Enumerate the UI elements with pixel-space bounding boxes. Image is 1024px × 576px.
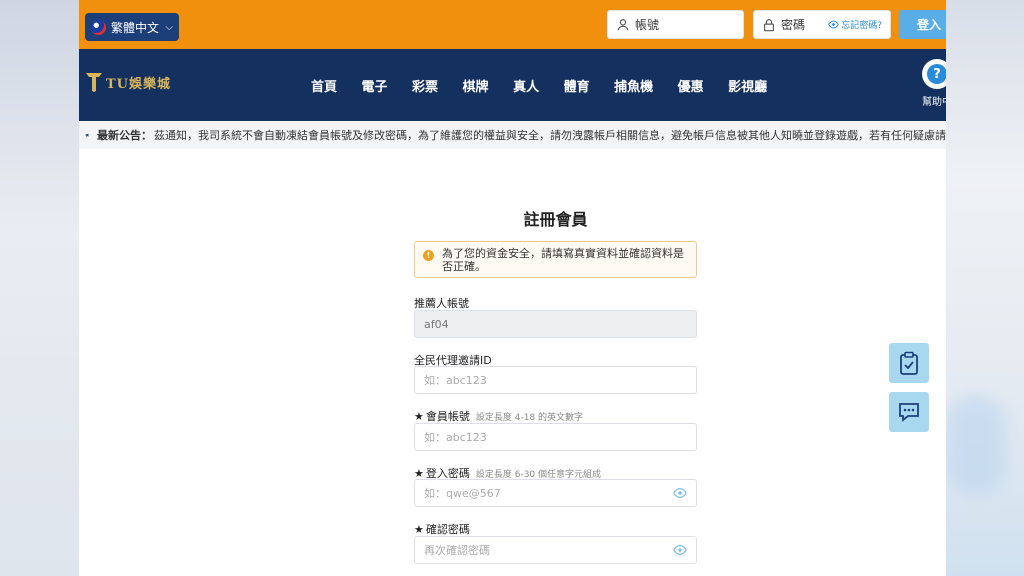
referrer-value: af04 bbox=[424, 317, 449, 331]
site-logo[interactable]: TU娛樂城 bbox=[85, 71, 171, 93]
security-notice: ! 為了您的資金安全，請填寫真實資料並確認資料是否正確。 bbox=[414, 241, 697, 278]
logo-emblem-icon bbox=[86, 73, 102, 92]
confirm-label-text: 確認密碼 bbox=[425, 523, 470, 536]
announcement-text: 茲通知，我司系統不會自動凍結會員帳號及修改密碼，為了維護您的權益與安全，請勿洩露… bbox=[154, 129, 946, 142]
login-button[interactable]: 登入 bbox=[899, 10, 946, 39]
user-icon bbox=[617, 18, 629, 30]
taiwan-flag-icon bbox=[91, 19, 106, 35]
app-window: 繁體中文 ⌵ 帳號 密碼 忘記密碼? 登入 TU娛樂城 首頁 電子 彩票 棋牌 bbox=[79, 0, 946, 576]
chat-bubble-icon bbox=[899, 403, 919, 422]
password-input[interactable]: 密碼 忘記密碼? bbox=[753, 10, 891, 39]
account-label-text: 會員帳號 bbox=[425, 410, 470, 423]
required-mark: ★ bbox=[414, 410, 424, 423]
clipboard-check-icon bbox=[900, 351, 918, 375]
warning-icon: ! bbox=[423, 250, 434, 261]
announcement-bar: 最新公告： 茲通知，我司系統不會自動凍結會員帳號及修改密碼，為了維護您的權益與安… bbox=[79, 121, 946, 149]
referrer-field: af04 bbox=[414, 310, 697, 338]
help-icon: ? bbox=[922, 59, 946, 89]
logo-text: TU娛樂城 bbox=[106, 76, 172, 92]
checklist-button[interactable] bbox=[889, 343, 929, 383]
password-field-placeholder: 如：qwe@567 bbox=[424, 487, 501, 500]
help-center-button[interactable]: ? 幫助中 bbox=[917, 59, 946, 108]
agent-id-placeholder: 如：abc123 bbox=[424, 374, 487, 387]
eye-icon bbox=[828, 20, 840, 29]
username-input[interactable]: 帳號 bbox=[607, 10, 744, 39]
eye-icon[interactable] bbox=[673, 486, 687, 500]
page-title: 註冊會員 bbox=[523, 210, 588, 229]
nav-item-video[interactable]: 影視廳 bbox=[728, 76, 767, 95]
backdrop-left bbox=[0, 0, 80, 576]
announcement-label: 最新公告： bbox=[97, 129, 152, 142]
confirm-password-field[interactable]: 再次確認密碼 bbox=[414, 536, 697, 564]
lock-icon bbox=[764, 18, 774, 31]
nav-items: 首頁 電子 彩票 棋牌 真人 體育 捕魚機 優惠 影視廳 bbox=[311, 49, 792, 121]
backdrop-right bbox=[946, 0, 1024, 576]
referrer-label: 推薦人帳號 bbox=[414, 297, 469, 310]
nav-item-lottery[interactable]: 彩票 bbox=[412, 76, 438, 95]
security-notice-text: 為了您的資金安全，請填寫真實資料並確認資料是否正確。 bbox=[442, 247, 684, 273]
nav-item-promotions[interactable]: 優惠 bbox=[678, 76, 704, 95]
nav-item-fishing[interactable]: 捕魚機 bbox=[614, 76, 653, 95]
account-hint: 設定長度 4-18 的英文數字 bbox=[475, 413, 584, 423]
username-placeholder: 帳號 bbox=[635, 18, 660, 32]
password-field[interactable]: 如：qwe@567 bbox=[414, 479, 697, 507]
megaphone-icon bbox=[85, 133, 89, 137]
eye-icon[interactable] bbox=[673, 543, 687, 557]
chat-button[interactable] bbox=[889, 392, 929, 432]
nav-item-home[interactable]: 首頁 bbox=[311, 76, 337, 95]
chevron-down-icon: ⌵ bbox=[165, 21, 173, 33]
confirm-password-label: ★ 確認密碼 bbox=[414, 521, 470, 537]
agent-id-input[interactable]: 如：abc123 bbox=[414, 366, 697, 394]
main-nav: TU娛樂城 首頁 電子 彩票 棋牌 真人 體育 捕魚機 優惠 影視廳 ? 幫助中 bbox=[79, 49, 946, 121]
help-label: 幫助中 bbox=[922, 97, 946, 108]
confirm-password-placeholder: 再次確認密碼 bbox=[424, 544, 490, 557]
top-bar: 繁體中文 ⌵ 帳號 密碼 忘記密碼? 登入 bbox=[79, 0, 946, 49]
language-label: 繁體中文 bbox=[111, 20, 160, 35]
nav-item-live[interactable]: 真人 bbox=[513, 76, 539, 95]
nav-item-electronic[interactable]: 電子 bbox=[362, 76, 388, 95]
required-mark: ★ bbox=[414, 523, 424, 536]
account-input[interactable]: 如：abc123 bbox=[414, 423, 697, 451]
language-selector[interactable]: 繁體中文 ⌵ bbox=[85, 13, 179, 41]
password-placeholder: 密碼 bbox=[781, 18, 806, 32]
account-placeholder: 如：abc123 bbox=[424, 431, 487, 444]
nav-item-sports[interactable]: 體育 bbox=[564, 76, 590, 95]
account-label: ★ 會員帳號 設定長度 4-18 的英文數字 bbox=[414, 408, 583, 424]
forgot-password-link[interactable]: 忘記密碼? bbox=[828, 18, 882, 31]
nav-item-chess-cards[interactable]: 棋牌 bbox=[463, 76, 489, 95]
forgot-password-label: 忘記密碼? bbox=[841, 21, 882, 31]
